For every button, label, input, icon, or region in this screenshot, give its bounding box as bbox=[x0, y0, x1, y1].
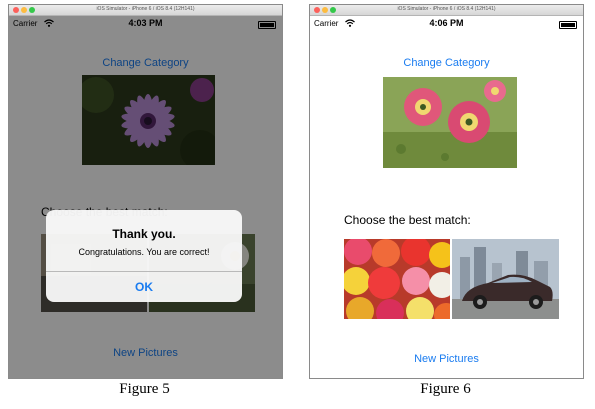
simulator-title: iOS Simulator - iPhone 6 / iOS 8.4 (12H1… bbox=[397, 6, 496, 12]
prompt-label: Choose the best match: bbox=[344, 213, 471, 227]
battery-icon bbox=[559, 21, 577, 29]
simulator-titlebar: iOS Simulator - iPhone 6 / iOS 8.4 (12H1… bbox=[310, 5, 583, 16]
alert-divider bbox=[46, 271, 242, 272]
simulator-window-figure-6: iOS Simulator - iPhone 6 / iOS 8.4 (12H1… bbox=[309, 4, 584, 379]
figure-5-caption: Figure 5 bbox=[119, 381, 170, 397]
change-category-button[interactable]: Change Category bbox=[310, 57, 583, 69]
status-bar: Carrier 4:06 PM bbox=[310, 16, 583, 32]
simulator-titlebar: iOS Simulator - iPhone 6 / iOS 8.4 (12H1… bbox=[9, 5, 282, 16]
choice-image-car[interactable] bbox=[452, 239, 559, 319]
target-image-poppies bbox=[383, 77, 517, 168]
alert-title: Thank you. bbox=[112, 227, 176, 241]
figure-6-caption: Figure 6 bbox=[420, 381, 471, 397]
simulator-window-figure-5: iOS Simulator - iPhone 6 / iOS 8.4 (12H1… bbox=[8, 4, 283, 379]
alert-message: Congratulations. You are correct! bbox=[78, 247, 210, 257]
status-time: 4:06 PM bbox=[429, 18, 464, 28]
alert-ok-button[interactable]: OK bbox=[46, 280, 242, 294]
alert-backdrop bbox=[9, 16, 282, 378]
simulator-title: iOS Simulator - iPhone 6 / iOS 8.4 (12H1… bbox=[96, 6, 195, 12]
new-pictures-button[interactable]: New Pictures bbox=[310, 353, 583, 365]
choice-image-roses[interactable] bbox=[344, 239, 450, 319]
alert-dialog: Thank you. Congratulations. You are corr… bbox=[46, 210, 242, 302]
